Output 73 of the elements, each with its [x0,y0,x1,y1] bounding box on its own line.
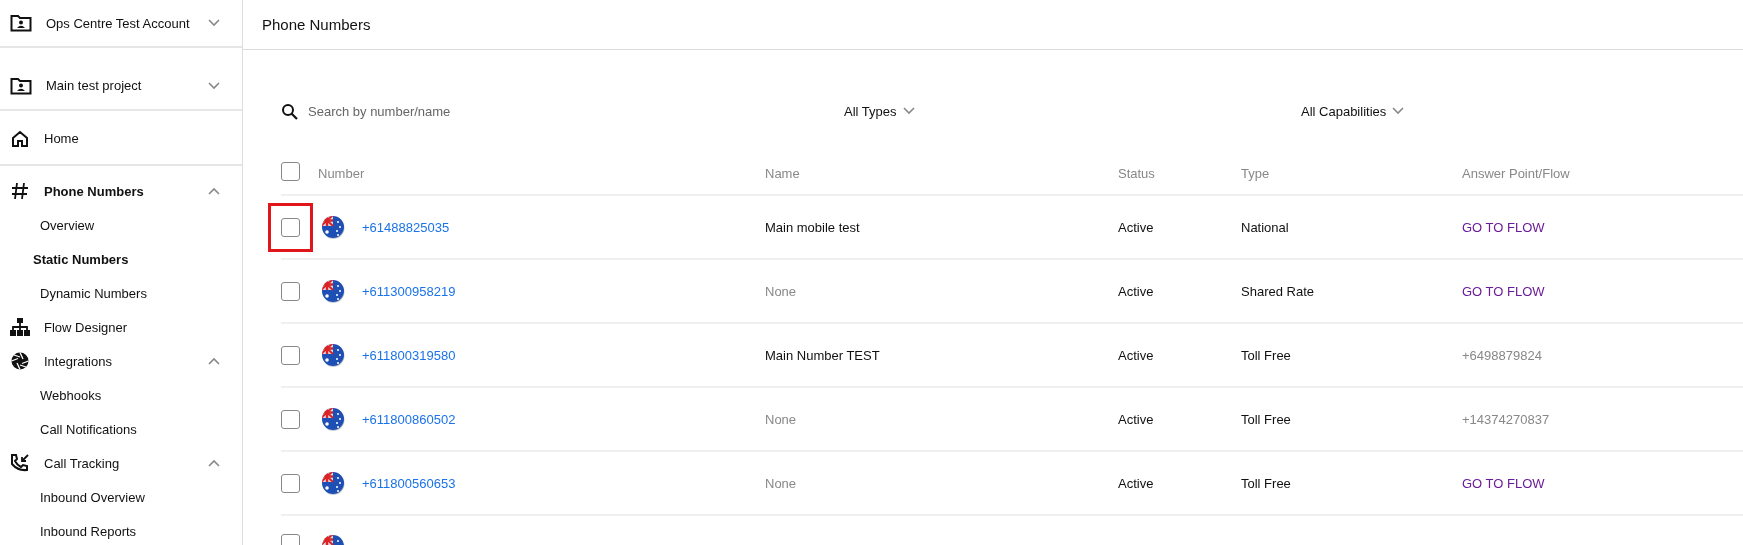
flow-link[interactable]: GO TO FLOW [1462,219,1545,235]
chevron-up-icon[interactable] [208,459,220,467]
column-header: Name [765,165,800,181]
nav-subitem[interactable]: Call Notifications [33,413,144,445]
checkbox[interactable] [281,217,300,237]
table-cell: +6498879824 [1462,347,1542,363]
flag-icon [321,407,345,431]
account-switcher[interactable]: Ops Centre Test Account [0,0,242,48]
checkbox[interactable] [281,162,300,181]
checkbox[interactable] [281,345,300,365]
chevron-down-icon[interactable] [208,81,220,90]
table-cell: None [765,283,797,299]
table-cell: Active [1118,347,1154,363]
nav-item[interactable]: Flow Designer [0,310,242,344]
home-icon [10,129,30,148]
folder-icon [10,14,32,32]
hash-icon [10,182,30,200]
nav-subitem[interactable]: Dynamic Numbers [33,277,154,309]
flag-icon [321,343,345,367]
table-cell: Main Number TEST [765,347,880,363]
nav-subitem[interactable]: Webhooks [33,379,109,411]
table-cell: National [1241,219,1289,235]
nav-subitem[interactable]: Inbound Overview [33,481,152,513]
table-cell: Toll Free [1241,411,1291,427]
type-dropdown[interactable]: All Types [844,99,915,123]
page-title: Phone Numbers [262,16,371,33]
nav-subitem[interactable]: Inbound Reports [33,515,144,545]
nav-subitem[interactable]: Overview [33,209,102,241]
account-switcher[interactable]: Main test project [0,48,242,111]
table-cell: Active [1118,283,1154,299]
flag-icon [321,215,345,239]
table-cell: +14374270837 [1462,411,1550,427]
nav-subitem[interactable]: Static Numbers [33,247,129,271]
chevron-up-icon[interactable] [208,357,220,365]
number-link[interactable]: +611800560653 [362,475,456,491]
table-cell: Toll Free [1241,475,1291,491]
table-cell: Toll Free [1241,347,1291,363]
checkbox[interactable] [281,473,300,493]
sitemap-icon [10,318,30,336]
column-header: Type [1241,165,1270,181]
aperture-icon [10,352,30,370]
column-header: Answer Point/Flow [1462,165,1570,181]
nav-item[interactable]: Integrations [0,344,242,378]
table-cell: None [765,411,797,427]
flag-icon [321,279,345,303]
nav-item[interactable]: Phone Numbers [0,174,242,208]
flag-icon [321,471,345,495]
number-link[interactable]: +611800860502 [362,411,456,427]
nav-item[interactable]: Home [0,111,242,166]
phone-icon [10,454,30,472]
checkbox[interactable] [281,409,300,429]
checkbox[interactable] [281,281,300,301]
chevron-down-icon[interactable] [208,19,220,27]
chevron-up-icon[interactable] [208,187,220,195]
table-cell: Active [1118,219,1154,235]
column-header: Number [318,165,365,181]
table-cell: Active [1118,411,1154,427]
table-cell: None [765,475,797,491]
folder-icon [10,76,32,95]
number-link[interactable]: +611800319580 [362,347,456,363]
chevron-down-icon[interactable] [902,107,915,115]
search-icon[interactable] [281,102,298,120]
chevron-down-icon[interactable] [1392,107,1405,115]
nav-item[interactable]: Call Tracking [0,446,242,480]
flow-link[interactable]: GO TO FLOW [1462,283,1545,299]
table-cell: Active [1118,475,1154,491]
number-link[interactable]: +61488825035 [362,219,450,235]
capability-dropdown[interactable]: All Capabilities [1301,99,1405,123]
flow-link[interactable]: GO TO FLOW [1462,475,1545,491]
table-cell: Main mobile test [765,219,860,235]
column-header: Status [1118,165,1155,181]
number-link[interactable]: +611300958219 [362,283,456,299]
table-cell: Shared Rate [1241,283,1314,299]
